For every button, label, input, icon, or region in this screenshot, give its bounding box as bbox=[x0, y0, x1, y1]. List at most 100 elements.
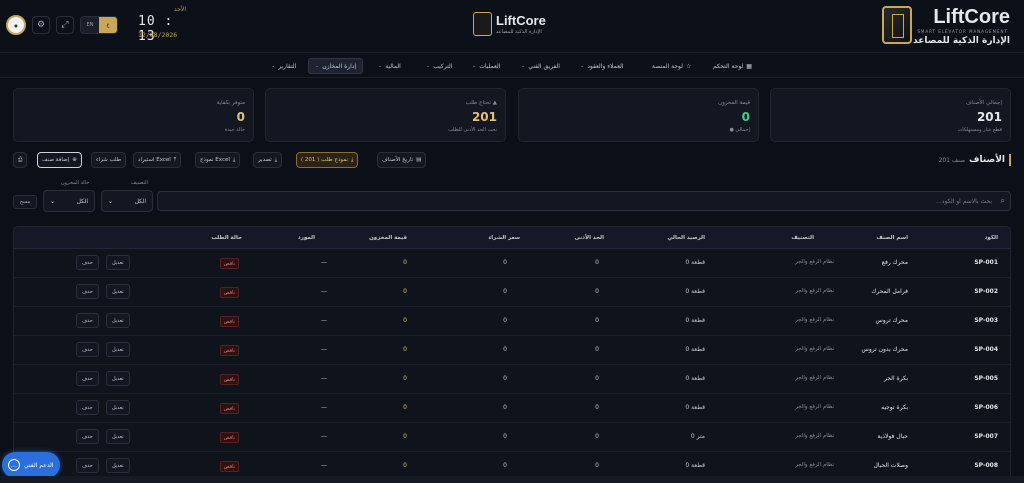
delete-button[interactable]: حذف bbox=[76, 284, 99, 299]
item-min: 0 bbox=[595, 375, 599, 382]
item-price: 0 bbox=[503, 317, 507, 324]
add-item-button[interactable]: إضافة صنف ⊕ bbox=[37, 152, 82, 168]
delete-button[interactable]: حذف bbox=[76, 429, 99, 444]
edit-button[interactable]: تعديل bbox=[106, 284, 130, 299]
edit-button[interactable]: تعديل bbox=[106, 255, 130, 270]
table-header: الكود اسم الصنف التصنيف الرصيد الحالي ال… bbox=[14, 227, 1010, 249]
excel-template-button[interactable]: نموذج Excel ⤓ bbox=[195, 152, 241, 168]
item-name: بكرة توجيه bbox=[881, 404, 908, 411]
button-label: طلب شراء bbox=[96, 157, 122, 163]
language-toggle[interactable]: EN ع bbox=[80, 16, 118, 34]
nav-inventory-label: إدارة المخازن bbox=[322, 62, 357, 70]
delete-button[interactable]: حذف bbox=[76, 400, 99, 415]
delete-button[interactable]: حذف bbox=[76, 255, 99, 270]
document-icon: ▤ bbox=[416, 157, 422, 163]
category-select[interactable]: ⌄ الكل bbox=[101, 190, 153, 212]
lang-ar-option[interactable]: ع bbox=[99, 17, 117, 33]
item-balance: 0 قطعة bbox=[685, 375, 705, 382]
item-code: SP-005 bbox=[974, 375, 998, 382]
user-avatar[interactable]: ● bbox=[6, 15, 26, 35]
nav-installation-label: التركيب bbox=[433, 62, 453, 70]
table-row[interactable]: SP-005 بكرة الجر نظام الرفع والجر 0 قطعة 0 0 0… bbox=[14, 365, 1010, 394]
item-min: 0 bbox=[595, 404, 599, 411]
stat-note: ● إجمالي bbox=[729, 127, 750, 133]
edit-button[interactable]: تعديل bbox=[106, 371, 130, 386]
chevron-down-icon: ⌄ bbox=[378, 63, 383, 69]
support-button[interactable]: … الدعم الفني bbox=[2, 452, 60, 478]
edit-button[interactable]: تعديل bbox=[106, 458, 130, 473]
delete-button[interactable]: حذف bbox=[76, 313, 99, 328]
delete-button[interactable]: حذف bbox=[76, 342, 99, 357]
chevron-down-icon: ⌄ bbox=[580, 63, 585, 69]
item-price: 0 bbox=[503, 259, 507, 266]
status-filter-label: حالة المخزون bbox=[61, 180, 90, 186]
stat-card-total-items: إجمالي الأصناف 201 قطع غيار ومستهلكات bbox=[770, 88, 1011, 142]
categories-history-button[interactable]: تاريخ الأصناف ▤ bbox=[377, 152, 427, 168]
item-code: SP-001 bbox=[974, 259, 998, 266]
nav-operations[interactable]: ⌄ العمليات bbox=[466, 58, 506, 74]
reorder-template-button[interactable]: نموذج طلب ( 201 ) ⤓ bbox=[296, 152, 359, 168]
edit-button[interactable]: تعديل bbox=[106, 429, 130, 444]
edit-button[interactable]: تعديل bbox=[106, 313, 130, 328]
header-controls: ● ⚙ ⤢ EN ع الأحد 10 : 13 12/08/2026 bbox=[6, 6, 188, 44]
elevator-logo-icon bbox=[473, 12, 492, 36]
print-button[interactable]: ⎙ bbox=[13, 152, 28, 168]
table-row[interactable]: SP-003 محرك تروس نظام الرفع والجر 0 قطعة 0 0 0… bbox=[14, 307, 1010, 336]
nav-clients[interactable]: ⌄ العملاء والعقود bbox=[574, 58, 629, 74]
clock-widget: الأحد 10 : 13 12/08/2026 bbox=[138, 6, 188, 44]
chevron-down-icon: ⌄ bbox=[315, 63, 320, 69]
purchase-request-button[interactable]: طلب شراء bbox=[91, 152, 127, 168]
nav-tech-team-label: الفريق الفني bbox=[528, 62, 560, 70]
edit-button[interactable]: تعديل bbox=[106, 400, 130, 415]
item-min: 0 bbox=[595, 433, 599, 440]
delete-button[interactable]: حذف bbox=[76, 458, 99, 473]
items-table: الكود اسم الصنف التصنيف الرصيد الحالي ال… bbox=[13, 226, 1011, 483]
stock-status-select[interactable]: ⌄ الكل bbox=[43, 190, 95, 212]
settings-gear-icon[interactable]: ⚙ bbox=[32, 16, 50, 34]
item-stock-value: 0 bbox=[403, 346, 407, 353]
category-select-value: الكل bbox=[134, 197, 146, 205]
table-row[interactable]: SP-001 محرك رفع نظام الرفع والجر 0 قطعة 0 0 0 —… bbox=[14, 249, 1010, 278]
item-name: محرك رفع bbox=[881, 259, 908, 266]
nav-tech-team[interactable]: ⌄ الفريق الفني bbox=[515, 58, 566, 74]
lang-en-option[interactable]: EN bbox=[81, 17, 99, 33]
table-row[interactable]: SP-004 محرك بدون تروس نظام الرفع والجر 0 قط… bbox=[14, 336, 1010, 365]
table-row[interactable]: SP-006 بكرة توجيه نظام الرفع والجر 0 قطعة 0 0… bbox=[14, 394, 1010, 423]
export-button[interactable]: تصدير ⤓ bbox=[253, 152, 283, 168]
table-row[interactable]: SP-002 فرامل المحرك نظام الرفع والجر 0 قطعة… bbox=[14, 278, 1010, 307]
nav-inventory[interactable]: ⌄ إدارة المخازن bbox=[308, 58, 364, 74]
chevron-down-icon: ⌄ bbox=[472, 63, 477, 69]
search-input[interactable] bbox=[162, 194, 992, 208]
stat-card-stock-value: قيمة المخزون 0 ● إجمالي bbox=[518, 88, 759, 142]
excel-import-button[interactable]: استيراد Excel ⤒ bbox=[133, 152, 182, 168]
nav-finance[interactable]: ⌄ المالية bbox=[372, 58, 407, 74]
stat-label: إجمالي الأصناف bbox=[965, 100, 1002, 106]
item-category: نظام الرفع والجر bbox=[795, 404, 834, 410]
item-balance: 0 قطعة bbox=[685, 346, 705, 353]
edit-button[interactable]: تعديل bbox=[106, 342, 130, 357]
star-icon: ☆ bbox=[685, 62, 692, 70]
stat-label: متوفر بكفاية bbox=[216, 100, 245, 106]
item-name: محرك بدون تروس bbox=[861, 346, 908, 353]
delete-button[interactable]: حذف bbox=[76, 371, 99, 386]
item-supplier: — bbox=[321, 375, 327, 382]
nav-platform[interactable]: لوحة المنصة ☆ bbox=[646, 58, 697, 74]
nav-finance-label: المالية bbox=[385, 62, 401, 70]
table-row[interactable]: SP-007 حبال فولاذية نظام الرفع والجر 0 متر 0… bbox=[14, 423, 1010, 452]
col-code[interactable]: الكود bbox=[985, 235, 998, 241]
nav-dashboard[interactable]: لوحة التحكم ▦ bbox=[707, 58, 758, 74]
nav-clients-label: العملاء والعقود bbox=[587, 62, 624, 70]
item-stock-value: 0 bbox=[403, 317, 407, 324]
brand-logo[interactable]: LiftCore SMART ELEVATOR MANAGEMENT الإدا… bbox=[880, 4, 1010, 48]
nav-installation[interactable]: ⌄ التركيب bbox=[420, 58, 458, 74]
nav-reports[interactable]: ⌄ التقارير bbox=[265, 58, 302, 74]
item-code: SP-007 bbox=[974, 433, 998, 440]
stat-value: 201 bbox=[471, 110, 497, 124]
col-category: التصنيف bbox=[791, 235, 814, 241]
fullscreen-icon[interactable]: ⤢ bbox=[56, 16, 74, 34]
center-logo[interactable]: LiftCore الإدارة الذكية للمصاعد bbox=[470, 11, 550, 41]
horizontal-scrollbar[interactable] bbox=[0, 476, 1024, 483]
clear-filters-button[interactable]: مسح bbox=[13, 195, 37, 209]
item-price: 0 bbox=[503, 288, 507, 295]
stat-note: قطع غيار ومستهلكات bbox=[957, 127, 1002, 133]
